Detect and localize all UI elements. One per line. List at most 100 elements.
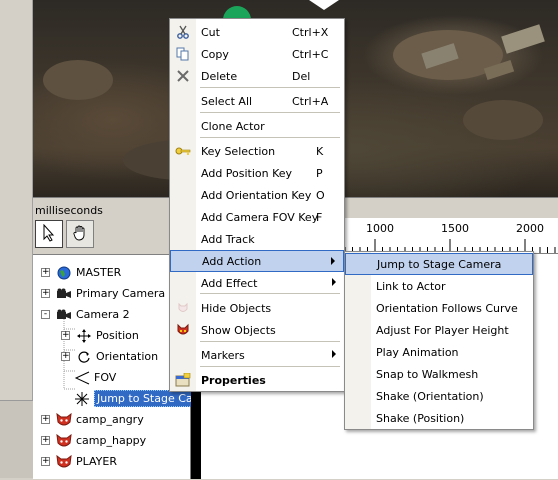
- menu-item-label: Add Effect: [201, 276, 258, 290]
- track-label: Primary Camera: [76, 287, 166, 300]
- menu-item-properties[interactable]: Properties: [170, 369, 344, 391]
- globe-icon: [56, 265, 72, 281]
- menu-item-shortcut: Del: [292, 69, 311, 83]
- expand-toggle[interactable]: +: [61, 331, 70, 340]
- terrain-rock: [463, 100, 543, 140]
- menu-item-show-objects[interactable]: Show Objects: [170, 319, 344, 341]
- submenu-item-adjust-for-player-height[interactable]: Adjust For Player Height: [345, 319, 533, 341]
- actor-face-icon: [56, 454, 72, 470]
- expand-toggle[interactable]: +: [41, 436, 50, 445]
- context-menu[interactable]: Cut Ctrl+X Copy Ctrl+C Delete Del Select All Ct…: [169, 18, 345, 392]
- menu-item-select-all[interactable]: Select All Ctrl+A: [170, 90, 344, 112]
- menu-item-label: Delete: [201, 69, 238, 83]
- track-player[interactable]: + PLAYER: [41, 451, 117, 472]
- menu-item-add-position-key[interactable]: Add Position Key P: [170, 162, 344, 184]
- add-action-submenu[interactable]: Jump to Stage Camera Link to Actor Orienta…: [344, 251, 534, 430]
- terrain-rock: [43, 60, 113, 100]
- ruler-label-1000: 1000: [366, 222, 394, 235]
- track-fov[interactable]: FOV: [74, 367, 116, 388]
- menu-item-shortcut: Ctrl+X: [292, 25, 329, 39]
- fov-angle-icon: [74, 370, 90, 386]
- menu-item-label: Add Camera FOV Key: [201, 210, 319, 224]
- track-camp-happy[interactable]: + camp_happy: [41, 430, 146, 451]
- left-strip-lower-panel: [0, 400, 33, 478]
- expand-toggle[interactable]: +: [41, 268, 50, 277]
- submenu-item-snap-to-walkmesh[interactable]: Snap to Walkmesh: [345, 363, 533, 385]
- track-orientation[interactable]: + Orientation: [61, 346, 158, 367]
- menu-item-label: Cut: [201, 25, 220, 39]
- ruler-label-1500: 1500: [441, 222, 469, 235]
- track-label: PLAYER: [76, 455, 117, 468]
- menu-item-add-track[interactable]: Add Track: [170, 228, 344, 250]
- track-label: camp_happy: [76, 434, 147, 447]
- submenu-item-label: Orientation Follows Curve: [376, 301, 518, 315]
- menu-item-label: Markers: [201, 348, 245, 362]
- properties-icon: [175, 372, 191, 388]
- track-master[interactable]: + MASTER: [41, 262, 121, 283]
- camera-icon: [56, 307, 72, 323]
- time-unit-label: milliseconds: [35, 204, 103, 217]
- menu-item-label: Add Orientation Key: [201, 188, 312, 202]
- track-label: FOV: [94, 371, 117, 384]
- submenu-arrow-icon: [332, 350, 336, 358]
- ruler-label-2000: 2000: [516, 222, 544, 235]
- pan-tool-button[interactable]: [66, 220, 94, 248]
- expand-toggle[interactable]: +: [61, 352, 70, 361]
- camera-icon: [56, 286, 72, 302]
- submenu-item-jump-to-stage-camera[interactable]: Jump to Stage Camera: [345, 253, 533, 275]
- submenu-item-shake-orientation[interactable]: Shake (Orientation): [345, 385, 533, 407]
- camera-marker-white[interactable]: [309, 0, 339, 10]
- hide-objects-icon: [175, 300, 191, 316]
- menu-item-label: Clone Actor: [201, 119, 265, 133]
- track-camera-2[interactable]: - Camera 2: [41, 304, 130, 325]
- menu-item-markers[interactable]: Markers: [170, 344, 344, 366]
- submenu-item-shake-position[interactable]: Shake (Position): [345, 407, 533, 429]
- menu-separator: [200, 341, 340, 342]
- menu-item-shortcut: Ctrl+C: [292, 47, 329, 61]
- menu-item-hide-objects[interactable]: Hide Objects: [170, 297, 344, 319]
- delete-x-icon: [175, 68, 191, 84]
- track-label: Camera 2: [76, 308, 130, 321]
- menu-item-add-action[interactable]: Add Action: [170, 250, 344, 272]
- menu-item-add-camera-fov-key[interactable]: Add Camera FOV Key F: [170, 206, 344, 228]
- submenu-item-orientation-follows-curve[interactable]: Orientation Follows Curve: [345, 297, 533, 319]
- expand-toggle[interactable]: +: [41, 289, 50, 298]
- track-label: Jump to Stage Cam: [94, 390, 207, 407]
- track-primary-camera[interactable]: + Primary Camera: [41, 283, 165, 304]
- menu-item-key-selection[interactable]: Key Selection K: [170, 140, 344, 162]
- action-star-icon: [74, 391, 90, 407]
- scene-prop: [501, 24, 545, 54]
- menu-item-label: Hide Objects: [201, 301, 272, 315]
- menu-item-clone-actor[interactable]: Clone Actor: [170, 115, 344, 137]
- actor-face-icon: [56, 433, 72, 449]
- submenu-item-play-animation[interactable]: Play Animation: [345, 341, 533, 363]
- menu-item-delete[interactable]: Delete Del: [170, 65, 344, 87]
- collapse-toggle[interactable]: -: [41, 310, 50, 319]
- select-tool-button[interactable]: [35, 220, 63, 248]
- menu-item-add-effect[interactable]: Add Effect: [170, 272, 344, 294]
- hand-icon: [71, 224, 89, 245]
- submenu-item-label: Shake (Orientation): [376, 389, 484, 403]
- submenu-item-label: Play Animation: [376, 345, 459, 359]
- show-objects-icon: [175, 322, 191, 338]
- time-ruler[interactable]: 1000 1500 2000: [343, 218, 558, 254]
- submenu-arrow-icon: [331, 257, 335, 265]
- submenu-item-link-to-actor[interactable]: Link to Actor: [345, 275, 533, 297]
- expand-toggle[interactable]: +: [41, 457, 50, 466]
- menu-item-cut[interactable]: Cut Ctrl+X: [170, 21, 344, 43]
- key-icon: [175, 143, 191, 159]
- menu-item-copy[interactable]: Copy Ctrl+C: [170, 43, 344, 65]
- scissors-icon: [175, 24, 191, 40]
- track-position[interactable]: + Position: [61, 325, 139, 346]
- menu-separator: [200, 87, 340, 88]
- track-camp-angry[interactable]: + camp_angry: [41, 409, 144, 430]
- menu-item-shortcut: K: [316, 144, 324, 158]
- submenu-item-label: Adjust For Player Height: [376, 323, 509, 337]
- menu-item-label: Copy: [201, 47, 229, 61]
- left-side-strip: [0, 0, 33, 478]
- expand-toggle[interactable]: +: [41, 415, 50, 424]
- menu-item-shortcut: Ctrl+A: [292, 94, 329, 108]
- submenu-arrow-icon: [332, 278, 336, 286]
- track-tree[interactable]: + MASTER + Primary Camera - Camera 2 + Position…: [33, 254, 207, 479]
- menu-item-add-orientation-key[interactable]: Add Orientation Key O: [170, 184, 344, 206]
